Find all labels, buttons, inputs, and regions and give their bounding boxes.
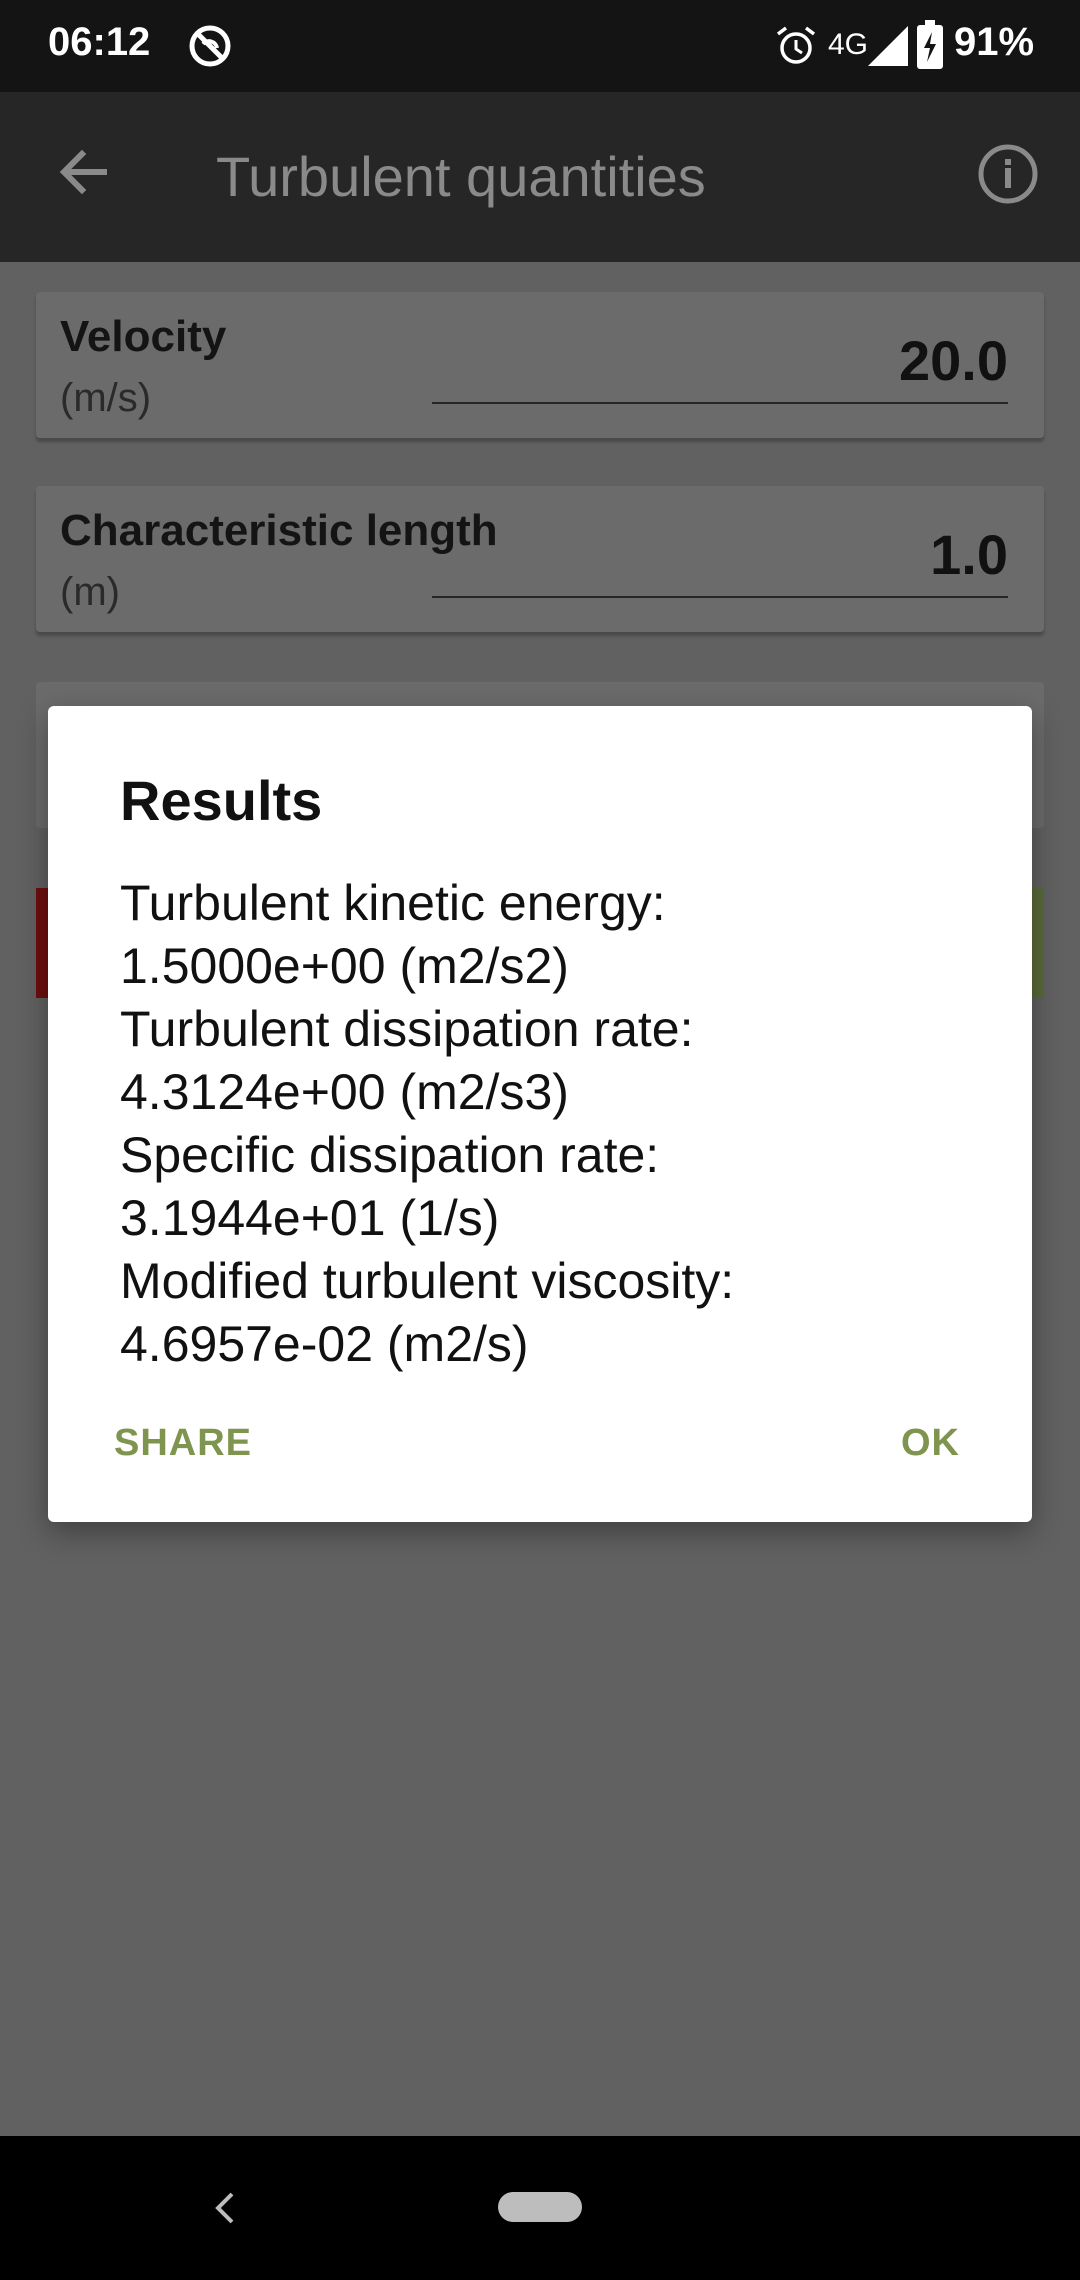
screen: 06:12 4G 91% Turbulent quantities Veloci… [0,0,1080,2280]
dissipation-rate-label: Turbulent dissipation rate: [120,1001,694,1057]
tke-value: 1.5000e+00 (m2/s2) [120,938,569,994]
navigation-bar [0,2136,1080,2280]
page-title: Turbulent quantities [216,145,706,208]
velocity-input[interactable]: 20.0 [432,322,1008,404]
network-type: 4G [828,28,869,61]
share-button[interactable]: SHARE [102,1412,264,1475]
dialog-title: Results [120,769,323,832]
status-time: 06:12 [48,20,151,64]
velocity-value: 20.0 [899,329,1008,392]
nav-back-icon[interactable] [196,2174,256,2242]
characteristic-length-input[interactable]: 1.0 [432,516,1008,598]
ok-button[interactable]: OK [889,1412,972,1475]
characteristic-length-unit: (m) [60,570,120,614]
dialog-message: Turbulent kinetic energy: 1.5000e+00 (m2… [120,872,980,1376]
alarm-icon [776,26,816,64]
dissipation-rate-value: 4.3124e+00 (m2/s3) [120,1064,569,1120]
tke-label: Turbulent kinetic energy: [120,875,666,931]
info-icon[interactable] [968,134,1048,214]
specific-dissipation-label: Specific dissipation rate: [120,1127,660,1183]
velocity-card: Velocity (m/s) 20.0 [36,292,1044,438]
battery-percentage: 91% [954,20,1035,64]
characteristic-length-card: Characteristic length (m) 1.0 [36,486,1044,632]
modified-viscosity-value: 4.6957e-02 (m2/s) [120,1316,529,1372]
modified-viscosity-label: Modified turbulent viscosity: [120,1253,735,1309]
status-bar: 06:12 4G 91% [0,0,1080,92]
results-dialog: Results Turbulent kinetic energy: 1.5000… [48,706,1032,1522]
velocity-unit: (m/s) [60,376,152,420]
app-bar: Turbulent quantities [0,92,1080,262]
specific-dissipation-value: 3.1944e+01 (1/s) [120,1190,500,1246]
do-not-disturb-icon [189,25,231,67]
characteristic-length-value: 1.0 [930,523,1008,586]
back-arrow-icon[interactable] [44,132,124,212]
velocity-label: Velocity [60,312,227,361]
battery-charging-icon [917,20,943,69]
home-pill-button[interactable] [498,2192,582,2222]
signal-icon [868,26,908,66]
